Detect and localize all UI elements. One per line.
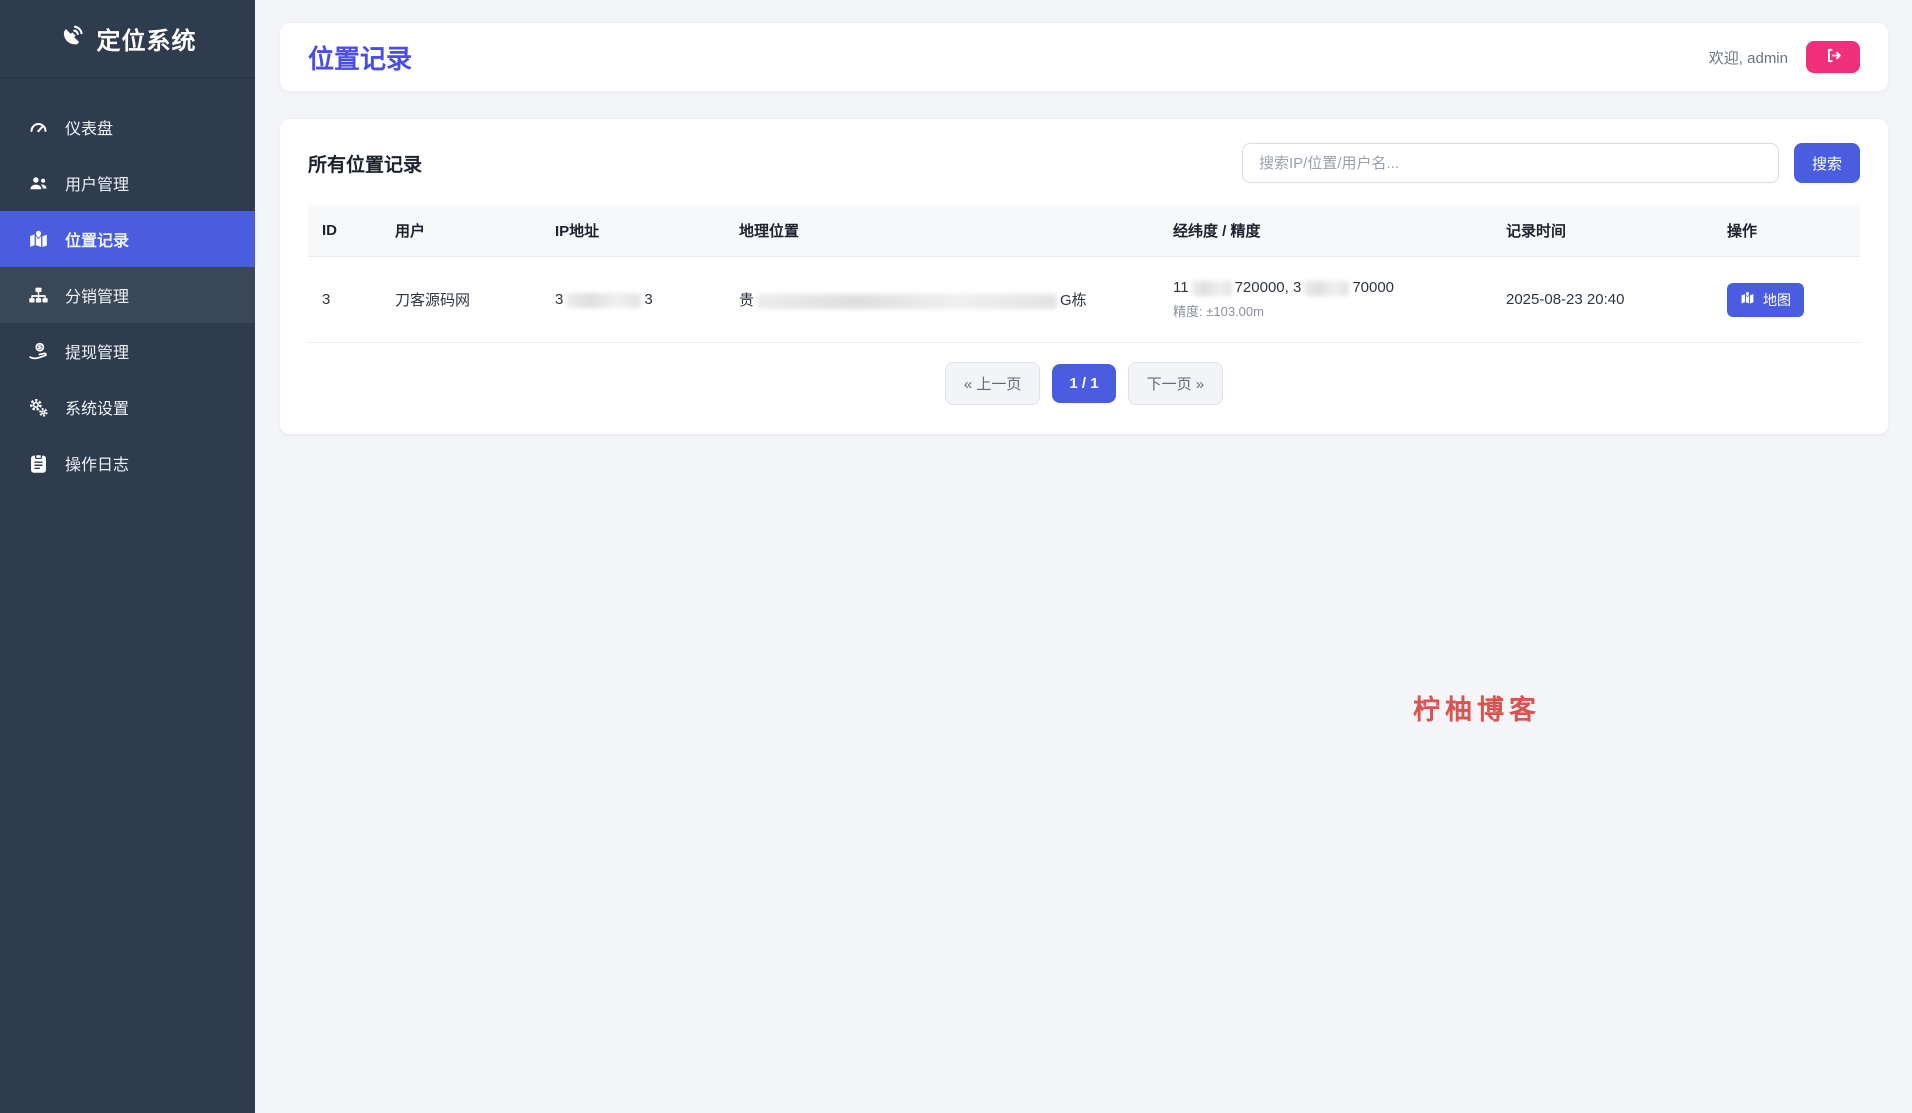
sidebar-item-label: 用户管理 [65,177,130,194]
gauge-icon [28,117,49,138]
map-marker-icon [28,229,49,250]
top-header-card: 位置记录 欢迎, admin [280,23,1888,91]
prev-page-button[interactable]: « 上一页 [944,362,1041,405]
records-table: ID 用户 IP地址 地理位置 经纬度 / 精度 记录时间 操作 3 刀客源码网… [308,205,1860,343]
users-icon [28,173,49,194]
search-group: 搜索 [1241,143,1860,183]
cell-id: 3 [308,256,381,343]
sitemap-icon [28,285,49,306]
sidebar-item-location-records[interactable]: 位置记录 [0,211,255,267]
sidebar-item-dashboard[interactable]: 仪表盘 [0,99,255,155]
sidebar-item-label: 系统设置 [65,401,130,418]
map-button-label: 地图 [1763,291,1791,308]
map-icon [1740,290,1755,309]
sidebar-item-label: 分销管理 [65,289,130,306]
col-header-user: 用户 [381,205,541,257]
redacted-blur [757,293,1058,309]
next-page-button[interactable]: 下一页 » [1127,362,1224,405]
logout-button[interactable] [1806,41,1860,73]
redacted-blur [566,292,642,308]
pagination: « 上一页 1 / 1 下一页 » [308,362,1860,405]
gears-icon [28,397,49,418]
sidebar-item-withdrawal[interactable]: 提现管理 [0,323,255,379]
table-header-row: ID 用户 IP地址 地理位置 经纬度 / 精度 记录时间 操作 [308,205,1860,257]
cell-location: 贵 G栋 [725,256,1159,343]
app-title: 定位系统 [96,28,197,55]
sidebar-item-logs[interactable]: 操作日志 [0,435,255,491]
satellite-dish-icon [59,23,85,54]
search-input[interactable] [1241,143,1779,183]
map-button[interactable]: 地图 [1727,282,1804,317]
welcome-text: 欢迎, admin [1708,49,1788,67]
app-logo: 定位系统 [0,0,255,78]
sidebar-item-label: 操作日志 [65,457,130,474]
sidebar-item-distribution[interactable]: 分销管理 [0,267,255,323]
col-header-coords: 经纬度 / 精度 [1159,205,1492,257]
topbar-right: 欢迎, admin [1709,41,1860,73]
page-title: 位置记录 [308,43,413,74]
col-header-ip: IP地址 [541,205,725,257]
sign-out-icon [1825,47,1842,67]
main-content: 位置记录 欢迎, admin 所有位置记录 搜索IP/位置/用户名... 搜索 … [255,0,1912,1113]
cell-actions: 地图 [1713,256,1860,343]
redacted-blur [1304,280,1350,296]
col-header-location: 地理位置 [725,205,1159,257]
cell-user: 刀客源码网 [381,256,541,343]
sidebar-item-label: 仪表盘 [65,121,114,138]
hand-coin-icon [28,341,49,362]
sidebar-menu: 仪表盘 用户管理 位置记录 分销管理 提现管理 系统设置 操作日志 [0,99,255,491]
panel-title: 所有位置记录 [308,154,423,176]
clipboard-icon [28,453,49,474]
cell-time: 2025-08-23 20:40 [1492,256,1713,343]
sidebar-item-users[interactable]: 用户管理 [0,155,255,211]
col-header-id: ID [308,205,381,257]
records-panel: 所有位置记录 搜索 ID 用户 IP地址 地理位置 经纬度 / 精度 记录时间 [280,119,1888,434]
coordinates-text: 11 720000, 3 70000 [1173,279,1395,296]
current-page-indicator: 1 / 1 [1052,364,1116,403]
sidebar-item-label: 位置记录 [65,233,130,250]
col-header-actions: 操作 [1713,205,1860,257]
cell-ip: 33 [541,256,725,343]
accuracy-text: 精度: ±103.00m [1173,304,1264,319]
sidebar-item-label: 提现管理 [65,345,130,362]
panel-toolbar: 所有位置记录 搜索 [308,143,1860,183]
watermark-text: 柠柚博客 [1413,695,1541,725]
cell-coords: 11 720000, 3 70000 精度: ±103.00m [1159,256,1492,343]
sidebar: 定位系统 仪表盘 用户管理 位置记录 分销管理 提现管理 系统设置 操作日志 [0,0,255,1113]
search-button[interactable]: 搜索 [1793,143,1860,183]
sidebar-item-settings[interactable]: 系统设置 [0,379,255,435]
table-row: 3 刀客源码网 33 贵 G栋 11 720000, 3 70000 精度: ±103… [308,256,1860,343]
col-header-time: 记录时间 [1492,205,1713,257]
redacted-blur [1191,280,1232,296]
